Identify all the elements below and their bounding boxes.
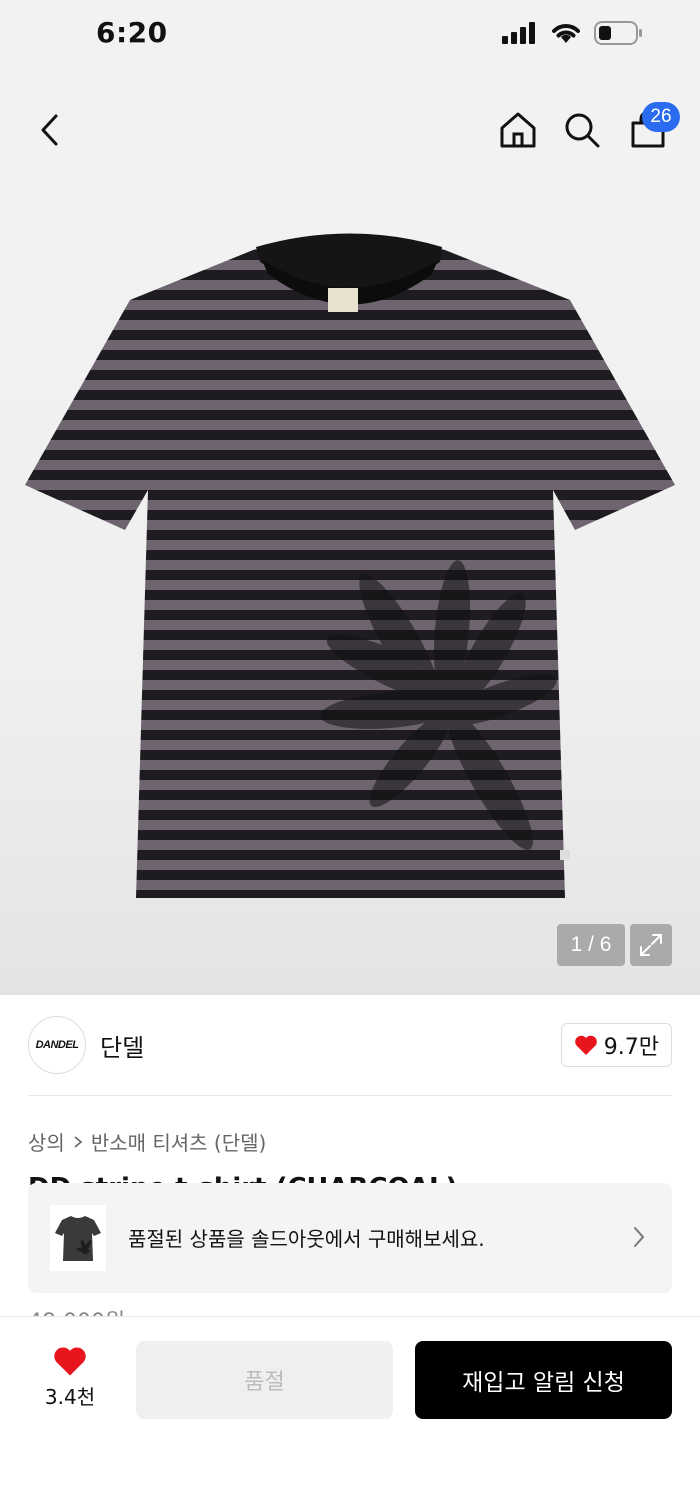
brand-like-button[interactable]: 9.7만 [560,1023,672,1067]
soldout-banner[interactable]: 품절된 상품을 솔드아웃에서 구매해보세요. [28,1183,672,1293]
home-icon [500,112,536,148]
heart-icon [574,1035,597,1055]
product-like-count: 3.4천 [44,1385,96,1409]
brand-logo-text: DANDEL [35,1039,79,1051]
back-button[interactable] [30,110,70,150]
top-nav: 26 [0,70,700,200]
soldout-banner-text: 품절된 상품을 솔드아웃에서 구매해보세요. [128,1227,485,1251]
status-icons [502,20,644,46]
brand-like-count: 9.7만 [603,1035,659,1060]
product-image [25,233,675,898]
search-button[interactable] [562,110,602,150]
chevron-left-icon [41,114,58,146]
status-time: 6:20 [96,16,168,49]
chevron-right-icon [74,1135,83,1148]
brand-row: DANDEL 단델 9.7만 [0,995,700,1095]
expand-image-button[interactable] [630,924,672,966]
status-bar: 6:20 [0,0,700,70]
product-price: 48,000원 [28,1302,125,1316]
expand-icon [640,934,662,956]
divider [28,1095,672,1096]
product-image-gallery[interactable]: 1 / 6 [0,200,700,995]
home-button[interactable] [498,110,538,150]
breadcrumb-subcategory[interactable]: 반소매 티셔츠 (단델) [91,1127,267,1156]
breadcrumb: 상의 반소매 티셔츠 (단델) [28,1127,266,1156]
cart-count-badge: 26 [642,102,680,132]
product-thumbnail [50,1205,106,1271]
breadcrumb-category[interactable]: 상의 [28,1127,65,1156]
signal-icon [502,22,535,44]
heart-icon [54,1347,86,1376]
image-counter: 1 / 6 [557,924,625,966]
battery-icon [594,21,642,45]
brand-logo[interactable]: DANDEL [28,1016,86,1074]
chevron-right-icon [634,1227,645,1247]
wifi-icon [552,24,580,43]
bottom-action-bar: 3.4천 품절 재입고 알림 신청 [0,1316,700,1500]
cart-button[interactable]: 26 [628,102,680,150]
brand-name[interactable]: 단델 [100,1028,144,1063]
search-icon [565,113,600,148]
restock-alert-button[interactable]: 재입고 알림 신청 [415,1341,672,1419]
product-like-button[interactable]: 3.4천 [30,1345,110,1415]
soldout-button: 품절 [136,1341,393,1419]
